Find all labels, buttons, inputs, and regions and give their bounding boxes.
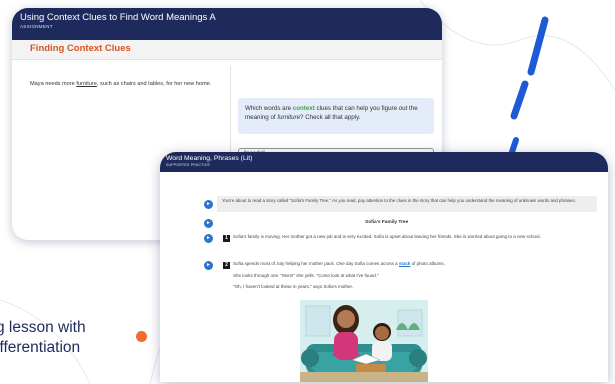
accent-stroke-top <box>527 16 549 76</box>
story-line: She looks through one. "Mom!" she yells.… <box>233 273 379 278</box>
illustration-art <box>300 300 428 382</box>
lesson-titlebar: Word Meaning, Phrases (Lit) SUPPORTED PR… <box>160 152 608 172</box>
story-title: Sofia's Family Tree <box>365 220 409 225</box>
lesson-window: Word Meaning, Phrases (Lit) SUPPORTED PR… <box>160 152 608 382</box>
question-box: Which words are context clues that can h… <box>238 98 434 134</box>
tagline: g lesson with ifferentiation <box>0 318 86 358</box>
context-highlight: context <box>292 105 315 112</box>
paragraph-1: Sofia's family is moving. Her mother got… <box>233 234 541 239</box>
story-illustration <box>300 300 428 382</box>
speaker-icon[interactable]: ► <box>204 261 213 270</box>
target-word: furniture <box>76 81 97 87</box>
lesson-body: ► You're about to read a story called "S… <box>160 172 608 382</box>
speaker-icon[interactable]: ► <box>204 200 213 209</box>
orange-dot <box>136 331 147 342</box>
story-line: "Oh, I haven't looked at these in years,… <box>233 284 353 289</box>
passage-text: Maya needs more furniture, such as chair… <box>30 81 212 87</box>
assignment-title: Using Context Clues to Find Word Meaning… <box>20 12 216 23</box>
tagline-line-2: ifferentiation <box>0 339 81 356</box>
assignment-titlebar: Using Context Clues to Find Word Meaning… <box>12 8 442 40</box>
lesson-title: Word Meaning, Phrases (Lit) <box>166 155 253 162</box>
intro-text: You're about to read a story called "Sof… <box>217 196 597 212</box>
section-title: Finding Context Clues <box>12 40 442 60</box>
paragraph-2: Sofia spends most of July helping her mo… <box>233 261 445 266</box>
vocab-link-stack[interactable]: stack <box>399 261 411 266</box>
paragraph-number: 2 <box>223 262 230 269</box>
tagline-line-1: g lesson with <box>0 319 86 336</box>
speaker-icon[interactable]: ► <box>204 234 213 243</box>
accent-stroke-bottom <box>509 137 519 155</box>
accent-stroke-middle <box>510 80 529 120</box>
paragraph-number: 1 <box>223 235 230 242</box>
assignment-label: ASSIGNMENT <box>20 24 53 29</box>
speaker-icon[interactable]: ► <box>204 219 213 228</box>
lesson-label: SUPPORTED PRACTICE <box>166 163 210 167</box>
